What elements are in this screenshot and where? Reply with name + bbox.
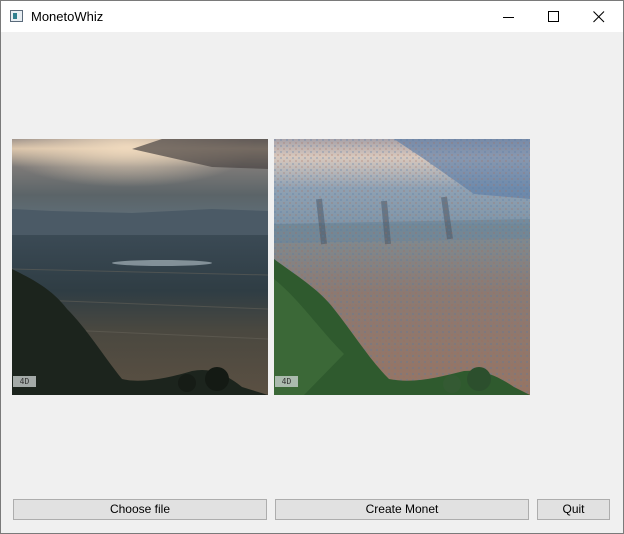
window-title: MonetoWhiz (31, 9, 104, 24)
watermark-badge: 4D (13, 376, 36, 387)
minimize-button[interactable] (486, 1, 532, 32)
original-image: 4D (12, 139, 268, 395)
app-window-icon (10, 10, 23, 22)
monet-image: 4D (274, 139, 530, 395)
close-button[interactable] (576, 1, 622, 32)
choose-file-button[interactable]: Choose file (13, 499, 267, 520)
maximize-button[interactable] (531, 1, 577, 32)
create-monet-button[interactable]: Create Monet (275, 499, 529, 520)
minimize-icon (503, 17, 514, 18)
app-window: MonetoWhiz 4D 4D Choose file Create Mone… (0, 0, 624, 534)
maximize-icon (548, 11, 559, 22)
watermark-badge: 4D (275, 376, 298, 387)
title-bar[interactable]: MonetoWhiz (1, 1, 623, 32)
close-icon (593, 11, 605, 23)
quit-button[interactable]: Quit (537, 499, 610, 520)
